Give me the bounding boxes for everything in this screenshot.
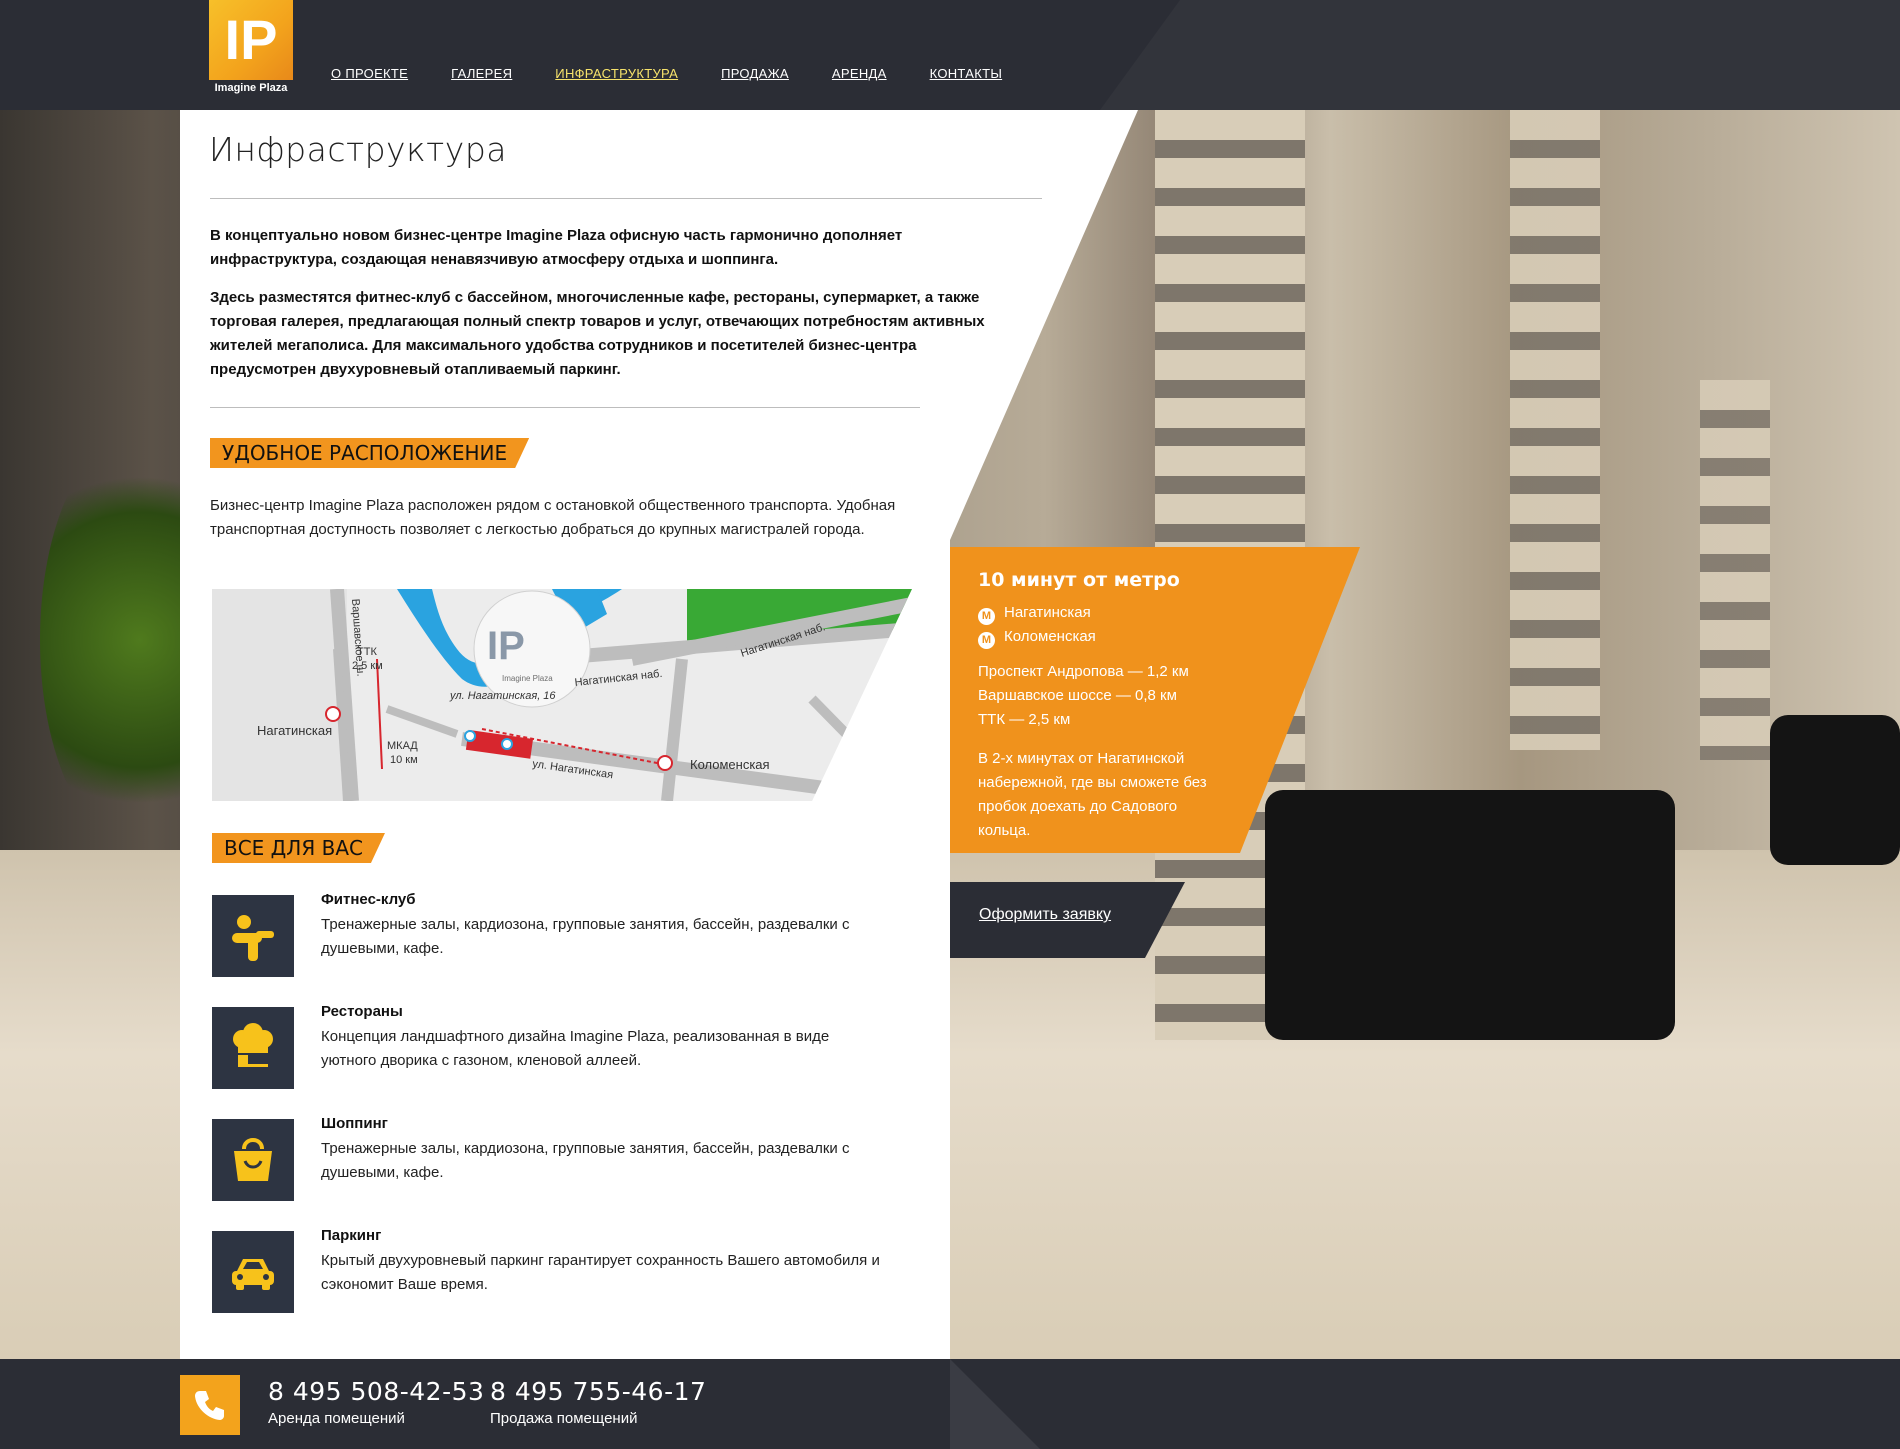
metro-station: М Нагатинская [978,604,1091,625]
logo-name: Imagine Plaza [214,82,288,94]
background-pillar [1700,380,1770,760]
location-heading: УДОБНОЕ РАСПОЛОЖЕНИЕ [210,438,529,468]
metro-box-title: 10 минут от метро [978,569,1180,591]
fitness-icon [212,895,294,977]
background-sofa [1265,790,1675,1040]
phone-icon [180,1375,240,1435]
map-label-mkad: МКАД [387,740,418,752]
feature-title: Паркинг [321,1227,382,1244]
map-logo-mark: IP [487,624,525,668]
metro-icon: М [978,608,995,625]
metro-note: В 2-х минутах от Нагатинской набережной,… [978,750,1207,839]
feature-item-shopping: Шоппинг Тренажерные залы, кардиозона, гр… [212,1115,849,1201]
distances-text: Проспект Андропова — 1,2 км Варшавское ш… [978,660,1258,732]
page-title: Инфраструктура [209,130,507,169]
phone-rent-label: Аренда помещений [268,1410,405,1427]
background-sofa [1770,715,1900,865]
map-logo-name: Imagine Plaza [502,674,553,683]
nav-item-gallery[interactable]: ГАЛЕРЕЯ [451,66,512,81]
lead-paragraph-1: В концептуально новом бизнес-центре Imag… [210,227,903,268]
metro-icon: М [978,632,995,649]
feature-text: Концепция ландшафтного дизайна Imagine P… [321,1028,830,1069]
feature-title: Фитнес-клуб [321,891,416,908]
map-graphic: IP Imagine Plaza ул. Нагатинская, 16 ТТК… [212,589,912,801]
feature-item-fitness: Фитнес-клуб Тренажерные залы, кардиозона… [212,891,849,977]
nav-item-rent[interactable]: АРЕНДА [832,66,887,81]
distance-line: ТТК — 2,5 км [978,711,1071,728]
shopping-bag-icon [212,1119,294,1201]
location-text: Бизнес-центр Imagine Plaza расположен ря… [210,497,896,538]
feature-item-restaurants: Рестораны Концепция ландшафтного дизайна… [212,1003,832,1089]
logo-mark: IP [209,0,293,80]
map-label-nagatinskaya: Нагатинская [257,723,332,738]
apply-button-block[interactable]: Оформить заявку [950,882,1185,958]
divider [210,407,920,408]
header-decoration [1100,0,1900,110]
logo[interactable]: IP Imagine Plaza [209,0,293,102]
feature-text: Тренажерные залы, кардиозона, групповые … [321,1140,850,1181]
metro-station-label: Коломенская [1004,628,1096,645]
nav-item-about[interactable]: О ПРОЕКТЕ [331,66,408,81]
map-label-address: ул. Нагатинская, 16 [449,690,556,702]
phone-sale[interactable]: 8 495 755-46-17 [490,1377,706,1406]
features-heading: ВСЕ ДЛЯ ВАС [212,833,385,863]
nav-item-infrastructure[interactable]: ИНФРАСТРУКТУРА [555,66,678,81]
location-map[interactable]: IP Imagine Plaza ул. Нагатинская, 16 ТТК… [212,589,912,801]
phone-rent[interactable]: 8 495 508-42-53 [268,1377,484,1406]
lead-paragraph-2: Здесь разместятся фитнес-клуб с бассейно… [210,289,985,378]
metro-station: М Коломенская [978,628,1096,649]
footer-decoration [950,1359,1040,1449]
apply-button[interactable]: Оформить заявку [979,906,1111,924]
map-label-kolomenskaya: Коломенская [690,757,770,772]
metro-station-label: Нагатинская [1004,604,1091,621]
feature-title: Рестораны [321,1003,403,1020]
divider [210,198,1042,199]
nav-item-contacts[interactable]: КОНТАКТЫ [930,66,1003,81]
car-icon [212,1231,294,1313]
distance-line: Проспект Андропова — 1,2 км [978,663,1189,680]
feature-item-parking: Паркинг Крытый двухуровневый паркинг гар… [212,1227,880,1313]
phone-sale-label: Продажа помещений [490,1410,638,1427]
chef-hat-icon [212,1007,294,1089]
main-nav: О ПРОЕКТЕ ГАЛЕРЕЯ ИНФРАСТРУКТУРА ПРОДАЖА… [331,66,1045,81]
distance-line: Варшавское шоссе — 0,8 км [978,687,1177,704]
feature-text: Крытый двухуровневый паркинг гарантирует… [321,1252,880,1293]
feature-text: Тренажерные залы, кардиозона, групповые … [321,916,850,957]
feature-title: Шоппинг [321,1115,388,1132]
nav-item-sale[interactable]: ПРОДАЖА [721,66,789,81]
background-pillar [1510,110,1600,750]
map-label-mkad-distance: 10 км [390,754,418,766]
